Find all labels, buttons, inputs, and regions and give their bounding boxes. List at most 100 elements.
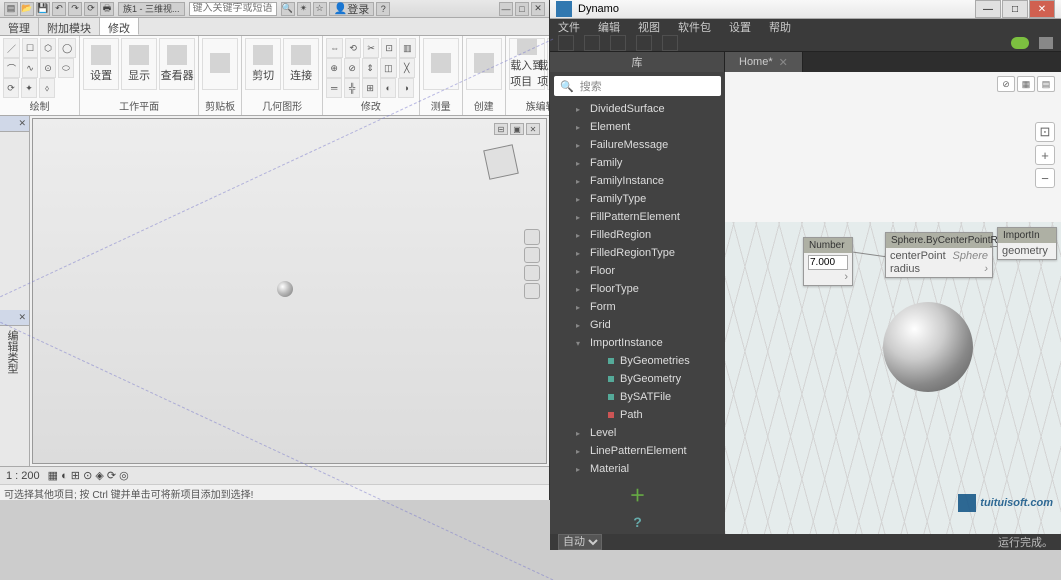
3d-view[interactable]: ⊟ ▣ ✕ [32,118,547,464]
mod-tool[interactable]: ◑ [398,78,414,98]
join-button[interactable]: 连接 [283,38,319,90]
draw-tool[interactable]: ◯ [58,38,76,58]
home-tab[interactable]: Home*✕ [725,52,803,72]
zoom-fit-icon[interactable]: ⊡ [1035,122,1055,142]
menu-packages[interactable]: 软件包 [678,19,711,35]
add-icon[interactable]: ＋ [629,482,645,506]
mod-tool[interactable]: ▥ [399,38,416,58]
view-3d-icon[interactable]: ▦ [1017,76,1035,92]
measure-button[interactable] [423,38,459,90]
mod-tool[interactable]: ⊞ [362,78,378,98]
model-sphere[interactable] [277,281,293,297]
draw-tool[interactable]: ⬡ [40,38,56,58]
open-icon[interactable] [584,35,600,51]
tree-node[interactable]: ▸LinePatternElement [550,442,725,460]
tree-node[interactable]: ▸FloorType [550,280,725,298]
search-input[interactable]: 🔍 搜索 [554,76,721,96]
undo-icon[interactable] [636,35,652,51]
tree-node[interactable]: ▸Level [550,424,725,442]
draw-tool[interactable]: ☐ [22,38,38,58]
star-icon[interactable]: ☆ [313,2,327,16]
tree-node[interactable]: BySATFile [550,388,725,406]
close-icon[interactable]: ✕ [1029,0,1055,18]
camera-icon[interactable] [1039,37,1053,49]
help-icon[interactable]: ? [376,2,390,16]
subs-icon[interactable]: ✴ [297,2,311,16]
view-ctl-icon[interactable]: ✕ [526,123,540,135]
save-icon[interactable] [610,35,626,51]
nav-icon[interactable] [524,229,540,245]
node-canvas[interactable]: ⊘ ▦ ▤ ⊡ + − Number › Sphere.ByCenterPoin… [725,72,1061,534]
menu-view[interactable]: 视图 [638,19,660,35]
help-icon[interactable]: ? [633,514,642,530]
sync-icon[interactable]: ⟳ [84,2,98,16]
viewer-button[interactable]: 查看器 [159,38,195,90]
cloud-icon[interactable] [1011,37,1029,49]
paste-button[interactable] [202,38,238,90]
menu-help[interactable]: 帮助 [769,19,791,35]
mod-tool[interactable]: ⊕ [326,58,342,78]
max-icon[interactable]: □ [515,2,529,16]
tree-node[interactable]: ▸FilledRegion [550,226,725,244]
mod-tool[interactable]: ╬ [344,78,360,98]
node-number[interactable]: Number › [803,237,853,286]
menu-file[interactable]: 文件 [558,19,580,35]
redo-icon[interactable] [662,35,678,51]
help-search-input[interactable] [189,2,277,16]
menu-edit[interactable]: 编辑 [598,19,620,35]
node-import[interactable]: ImportIn geometry [997,227,1057,260]
print-icon[interactable]: 🖶 [100,2,114,16]
mod-tool[interactable]: ═ [326,78,342,98]
save-icon[interactable]: 💾 [36,2,50,16]
search-go-icon[interactable]: 🔍 [281,2,295,16]
view-graph-icon[interactable]: ▤ [1037,76,1055,92]
view-linked-icon[interactable]: ⊘ [997,76,1015,92]
zoom-out-icon[interactable]: − [1035,168,1055,188]
tree-node[interactable]: ByGeometries [550,352,725,370]
number-input[interactable] [808,255,848,270]
draw-tool[interactable]: ／ [3,38,20,58]
tree-node[interactable]: ▸Material [550,460,725,478]
mod-tool[interactable]: ⇔ [326,38,343,58]
new-icon[interactable] [558,35,574,51]
mod-tool[interactable]: ◫ [380,58,397,78]
draw-tool[interactable]: ⟳ [3,78,19,98]
min-icon[interactable]: — [499,2,513,16]
panel-close-icon[interactable]: ✕ [0,116,29,132]
mod-tool[interactable]: ◐ [380,78,396,98]
set-button[interactable]: 设置 [83,38,119,90]
draw-tool[interactable]: ⊙ [40,58,56,78]
doc-title-combo[interactable]: 族1 - 三维视... [118,2,185,16]
zoom-in-icon[interactable]: + [1035,145,1055,165]
tree-node[interactable]: ▸Element [550,118,725,136]
tree-node[interactable]: ▸Form [550,298,725,316]
tree-node[interactable]: ▸FillPatternElement [550,208,725,226]
app-menu-icon[interactable]: ▤ [4,2,18,16]
tree-node[interactable]: ▸FailureMessage [550,136,725,154]
close-icon[interactable]: ✕ [531,2,545,16]
cut-button[interactable]: 剪切 [245,38,281,90]
tree-node[interactable]: Path [550,406,725,424]
view-cube[interactable] [471,132,530,191]
mod-tool[interactable]: ⇕ [362,58,378,78]
tree-node[interactable]: ▸FilledRegionType [550,244,725,262]
close-tab-icon[interactable]: ✕ [779,56,788,69]
tab-manage[interactable]: 管理 [0,18,39,35]
mod-tool[interactable]: ⟲ [345,38,361,58]
tab-modify[interactable]: 修改 [100,18,139,35]
tree-node[interactable]: ▸FamilyType [550,190,725,208]
mod-tool[interactable]: ✂ [363,38,379,58]
max-icon[interactable]: □ [1002,0,1028,18]
open-icon[interactable]: 📂 [20,2,34,16]
status-icons[interactable]: ▦ ◐ ⊞ ⊙ ◈ ⟳ ◎ [48,469,129,482]
tree-node[interactable]: ▸Family [550,154,725,172]
tree-node[interactable]: ▸Floor [550,262,725,280]
tree-node[interactable]: ▸Grid [550,316,725,334]
draw-tool[interactable]: ⬭ [58,58,74,78]
mod-tool[interactable]: ⊘ [344,58,360,78]
draw-tool[interactable]: ⬨ [39,78,55,98]
menu-settings[interactable]: 设置 [729,19,751,35]
lib-tab[interactable]: 库 [550,52,725,72]
login-button[interactable]: 👤登录 [329,2,375,16]
draw-tool[interactable]: ✦ [21,78,37,98]
